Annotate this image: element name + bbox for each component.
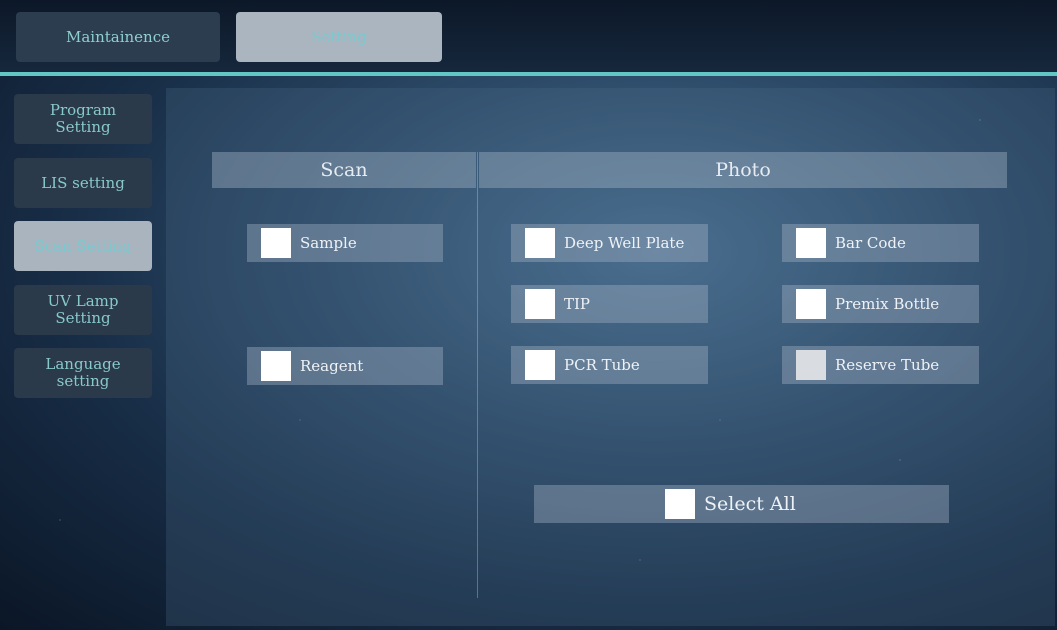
photo-reserve-tube-option[interactable]: Reserve Tube xyxy=(782,346,979,384)
select-all-option[interactable]: Select All xyxy=(534,485,949,523)
pcr-tube-label: PCR Tube xyxy=(564,356,640,374)
scan-reagent-option[interactable]: Reagent xyxy=(247,347,443,385)
sidebar-item-label: LIS setting xyxy=(41,173,125,192)
premix-bottle-checkbox[interactable] xyxy=(796,289,826,319)
reagent-checkbox[interactable] xyxy=(261,351,291,381)
sample-label: Sample xyxy=(300,234,357,252)
deep-well-plate-label: Deep Well Plate xyxy=(564,234,685,252)
deep-well-plate-checkbox[interactable] xyxy=(525,228,555,258)
bar-code-label: Bar Code xyxy=(835,234,906,252)
tip-label: TIP xyxy=(564,295,591,313)
tab-setting[interactable]: Setting xyxy=(236,12,442,62)
tip-checkbox[interactable] xyxy=(525,289,555,319)
select-all-checkbox[interactable] xyxy=(665,489,695,519)
photo-deep-well-plate-option[interactable]: Deep Well Plate xyxy=(511,224,708,262)
scan-sample-option[interactable]: Sample xyxy=(247,224,443,262)
sidebar-item-uv-lamp-setting[interactable]: UV Lamp Setting xyxy=(14,285,152,335)
sidebar-item-program-setting[interactable]: Program Setting xyxy=(14,94,152,144)
photo-section-header: Photo xyxy=(479,152,1007,188)
premix-bottle-label: Premix Bottle xyxy=(835,295,940,313)
select-all-label: Select All xyxy=(704,493,796,515)
bar-code-checkbox[interactable] xyxy=(796,228,826,258)
photo-bar-code-option[interactable]: Bar Code xyxy=(782,224,979,262)
sidebar-item-scan-setting[interactable]: Scan Setting xyxy=(14,221,152,271)
section-divider xyxy=(477,152,478,598)
sidebar-item-label: Scan Setting xyxy=(34,236,132,255)
tab-maintainence[interactable]: Maintainence xyxy=(16,12,220,62)
reserve-tube-label: Reserve Tube xyxy=(835,356,940,374)
photo-premix-bottle-option[interactable]: Premix Bottle xyxy=(782,285,979,323)
sidebar-item-lis-setting[interactable]: LIS setting xyxy=(14,158,152,208)
top-bar: Maintainence Setting xyxy=(0,0,1057,72)
reagent-label: Reagent xyxy=(300,357,364,375)
pcr-tube-checkbox[interactable] xyxy=(525,350,555,380)
scan-section-header: Scan xyxy=(212,152,476,188)
sample-checkbox[interactable] xyxy=(261,228,291,258)
photo-tip-option[interactable]: TIP xyxy=(511,285,708,323)
sidebar-item-label: UV Lamp Setting xyxy=(47,292,119,327)
reserve-tube-checkbox[interactable] xyxy=(796,350,826,380)
sidebar-item-label: Program Setting xyxy=(49,101,117,136)
sidebar-item-language-setting[interactable]: Language setting xyxy=(14,348,152,398)
sidebar-item-label: Language setting xyxy=(45,355,121,390)
photo-pcr-tube-option[interactable]: PCR Tube xyxy=(511,346,708,384)
accent-divider xyxy=(0,72,1057,76)
